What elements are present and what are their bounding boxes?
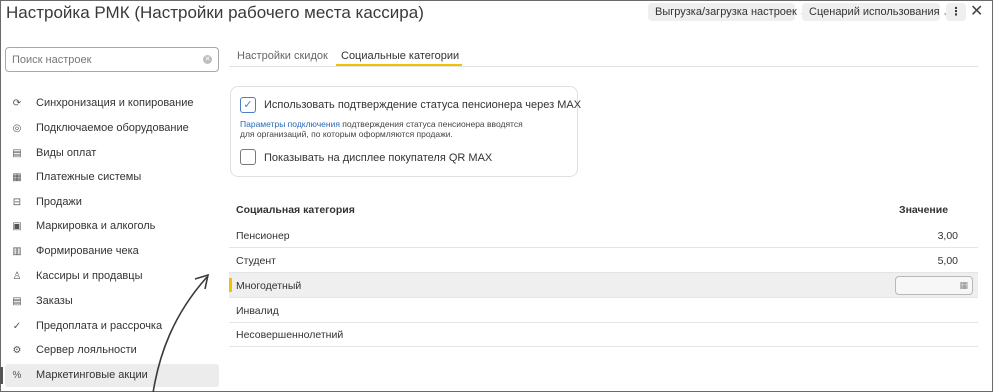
search-placeholder: Поиск настроек — [12, 54, 92, 66]
usage-scenario-button[interactable]: Сценарий использования⌄ — [802, 3, 949, 21]
tab-discount-settings[interactable]: Настройки скидок — [237, 50, 328, 62]
sidebar-item-label: Кассиры и продавцы — [36, 270, 143, 282]
clear-icon[interactable]: ✕ — [203, 55, 212, 64]
value-cell: 5,00 — [937, 255, 958, 267]
sidebar-item-label: Синхронизация и копирование — [36, 97, 194, 109]
payment-icon: ▤ — [12, 148, 22, 159]
sidebar-item-label: Подключаемое оборудование — [36, 122, 189, 134]
category-cell: Инвалид — [236, 305, 279, 317]
tab-social-categories[interactable]: Социальные категории — [341, 50, 459, 62]
marking-icon: ▣ — [12, 221, 22, 232]
sales-icon: ⊟ — [12, 197, 22, 208]
table-row[interactable]: Несовершеннолетний — [229, 322, 978, 347]
show-qr-checkbox[interactable] — [240, 149, 256, 165]
sidebar-item-label: Сервер лояльности — [36, 344, 137, 356]
category-cell: Несовершеннолетний — [236, 329, 344, 341]
more-vertical-icon[interactable]: ⋮ — [946, 3, 966, 21]
max-hint: Параметры подключения подтверждения стат… — [240, 119, 523, 139]
sidebar-item-label: Платежные системы — [36, 171, 142, 183]
sidebar-item[interactable]: ▣ Маркировка и алкоголь — [5, 215, 219, 238]
show-qr-label[interactable]: Показывать на дисплее покупателя QR MAX — [264, 152, 492, 164]
export-import-button[interactable]: Выгрузка/загрузка настроек⌄ — [648, 3, 807, 21]
annotation-arrow — [152, 273, 210, 392]
value-input[interactable]: ▦ — [895, 276, 973, 295]
cashiers-icon: ♙ — [12, 271, 22, 282]
sidebar-item[interactable]: ▦ Платежные системы — [5, 166, 219, 189]
category-cell: Студент — [236, 255, 276, 267]
payment-systems-icon: ▦ — [12, 172, 22, 183]
column-header-value: Значение — [899, 204, 949, 216]
value-cell: 3,00 — [937, 230, 958, 242]
prepayment-icon: ✓ — [12, 321, 22, 332]
use-max-label[interactable]: Использовать подтверждение статуса пенси… — [264, 99, 581, 111]
export-import-label: Выгрузка/загрузка настроек — [655, 6, 797, 18]
sidebar-item[interactable]: ◎ Подключаемое оборудование — [5, 117, 219, 140]
column-header-category: Социальная категория — [236, 204, 355, 216]
close-icon[interactable]: ✕ — [970, 1, 983, 21]
table-row[interactable]: Инвалид — [229, 298, 978, 323]
use-max-checkbox[interactable]: ✓ — [240, 97, 256, 113]
connection-params-link[interactable]: Параметры подключения — [240, 119, 340, 129]
sidebar-item[interactable]: ⊟ Продажи — [5, 191, 219, 214]
hint-text-2: для организаций, по которым оформляются … — [240, 129, 453, 139]
calculator-icon[interactable]: ▦ — [959, 280, 968, 291]
sidebar-item-label: Заказы — [36, 295, 73, 307]
table-row-selected[interactable]: Многодетный ▦ — [229, 273, 978, 298]
category-cell: Пенсионер — [236, 230, 290, 242]
receipt-icon: ▥ — [12, 246, 22, 257]
sidebar-item[interactable]: ▤ Виды оплат — [5, 142, 219, 165]
sidebar-item-label: Маркетинговые акции — [36, 369, 148, 381]
percent-icon: % — [12, 370, 22, 381]
max-settings-panel: ✓ Использовать подтверждение статуса пен… — [230, 86, 581, 177]
orders-icon: ▤ — [12, 296, 22, 307]
sidebar-item-label: Предоплата и рассрочка — [36, 320, 163, 332]
page-title: Настройка РМК (Настройки рабочего места … — [6, 3, 424, 22]
sync-icon: ⟳ — [12, 98, 22, 109]
sidebar-item-label: Продажи — [36, 196, 82, 208]
sidebar-item[interactable]: ▥ Формирование чека — [5, 240, 219, 263]
category-cell: Многодетный — [236, 280, 302, 292]
device-icon: ◎ — [12, 123, 22, 134]
search-input[interactable]: Поиск настроек ✕ — [5, 47, 219, 72]
tabs-divider — [229, 66, 978, 67]
sidebar-item-label: Виды оплат — [36, 147, 97, 159]
hint-text-1: подтверждения статуса пенсионера вводятс… — [339, 119, 523, 129]
table-row[interactable]: Студент 5,00 — [229, 248, 978, 273]
gear-icon: ⚙ — [12, 345, 22, 356]
table-row[interactable]: Пенсионер 3,00 — [229, 223, 978, 248]
sidebar-item-label: Маркировка и алкоголь — [36, 220, 156, 232]
sidebar-item-label: Формирование чека — [36, 245, 139, 257]
usage-scenario-label: Сценарий использования — [809, 6, 940, 18]
sidebar-item[interactable]: ⟳ Синхронизация и копирование — [5, 92, 219, 115]
